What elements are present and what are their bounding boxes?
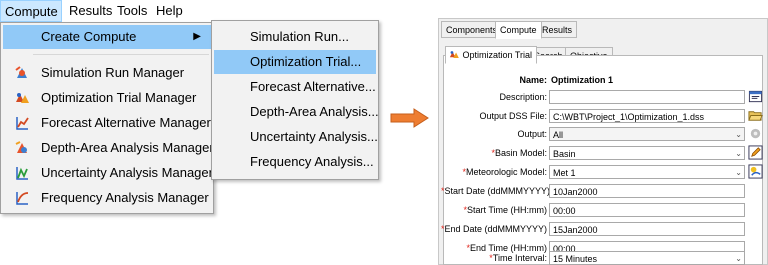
- frequency-analysis-manager-item[interactable]: Frequency Analysis Manager: [3, 186, 211, 210]
- menu-bar: Compute Results Tools Help: [0, 0, 212, 23]
- submenu-optimization-trial[interactable]: Optimization Trial...: [214, 50, 376, 74]
- tab-optimization-trial[interactable]: Optimization Trial: [445, 46, 538, 64]
- simulation-run-manager-item[interactable]: Simulation Run Manager: [3, 61, 211, 85]
- basin-model-label: *Basin Model:: [443, 148, 547, 158]
- start-time-input[interactable]: 00:00: [549, 203, 745, 217]
- name-value: Optimization 1: [551, 75, 614, 85]
- description-label: Description:: [499, 92, 547, 102]
- submenu-uncertainty-analysis-label: Uncertainty Analysis...: [250, 129, 378, 144]
- menu-help[interactable]: Help: [152, 0, 187, 22]
- submenu-optimization-trial-label: Optimization Trial...: [250, 54, 362, 69]
- submenu-frequency-analysis-label: Frequency Analysis...: [250, 154, 374, 169]
- optimization-trial-icon: [16, 93, 29, 103]
- submenu-simulation-run-label: Simulation Run...: [250, 29, 349, 44]
- submenu-arrow-icon: ▶: [193, 31, 201, 42]
- create-compute-submenu: Simulation Run... Optimization Trial... …: [211, 20, 379, 180]
- start-date-label: *Start Date (ddMMMYYYY): [441, 186, 550, 196]
- submenu-frequency-analysis[interactable]: Frequency Analysis...: [214, 150, 376, 174]
- optimization-trial-manager-item[interactable]: Optimization Trial Manager: [3, 86, 211, 110]
- end-date-label-text: End Date (ddMMMYYYY): [444, 224, 548, 234]
- edit-pencil-icon[interactable]: [748, 145, 763, 160]
- submenu-depth-area-analysis[interactable]: Depth-Area Analysis...: [214, 100, 379, 124]
- basin-model-label-text: Basin Model:: [494, 148, 547, 158]
- simulation-run-manager-label: Simulation Run Manager: [41, 65, 185, 80]
- forecast-alternative-manager-item[interactable]: Forecast Alternative Manager: [3, 111, 211, 135]
- end-date-input[interactable]: 15Jan2000: [549, 222, 745, 236]
- chevron-down-icon: ⌄: [735, 168, 742, 177]
- tab-results[interactable]: Results: [537, 21, 578, 38]
- uncertainty-analysis-icon: [16, 167, 28, 180]
- submenu-forecast-alternative-label: Forecast Alternative...: [250, 79, 376, 94]
- menu-separator: [33, 54, 209, 55]
- frequency-analysis-manager-label: Frequency Analysis Manager: [41, 190, 209, 205]
- start-time-label-text: Start Time (HH:mm): [467, 205, 547, 215]
- tab-compute[interactable]: Compute: [495, 21, 542, 39]
- right-arrow-icon: [390, 108, 429, 128]
- start-time-label: *Start Time (HH:mm): [443, 205, 547, 215]
- folder-open-icon[interactable]: [748, 108, 763, 123]
- simulation-run-icon: [15, 66, 27, 78]
- met-model-select-value: Met 1: [553, 168, 576, 178]
- meteorologic-model-icon[interactable]: [748, 164, 763, 179]
- start-date-input[interactable]: 10Jan2000: [549, 184, 745, 198]
- start-date-label-text: Start Date (ddMMMYYYY): [444, 186, 551, 196]
- submenu-depth-area-analysis-label: Depth-Area Analysis...: [250, 104, 379, 119]
- depth-area-analysis-manager-item[interactable]: Depth-Area Analysis Manager: [3, 136, 214, 160]
- met-model-label-text: Meteorologic Model:: [465, 167, 547, 177]
- tab-components[interactable]: Components: [441, 21, 503, 38]
- submenu-simulation-run[interactable]: Simulation Run...: [214, 25, 376, 49]
- name-label: Name:: [519, 75, 547, 85]
- notes-icon[interactable]: [748, 89, 763, 104]
- output-select-value: All: [553, 130, 564, 140]
- frequency-analysis-icon: [16, 192, 29, 205]
- tab-optimization-trial-label: Optimization Trial: [462, 50, 533, 60]
- output-dss-input[interactable]: C:\WBT\Project_1\Optimization_1.dss: [549, 109, 745, 123]
- output-dss-label: Output DSS File:: [479, 111, 547, 121]
- chevron-down-icon: ⌄: [735, 149, 742, 158]
- optimization-trial-manager-label: Optimization Trial Manager: [41, 90, 197, 105]
- output-select[interactable]: All ⌄: [549, 127, 745, 141]
- basin-model-select[interactable]: Basin ⌄: [549, 146, 745, 160]
- create-compute-label: Create Compute: [41, 29, 137, 44]
- optimization-trial-icon: [449, 51, 459, 58]
- compute-menu: Create Compute ▶ Simulation Run Manager …: [0, 22, 214, 214]
- forecast-alternative-manager-label: Forecast Alternative Manager: [41, 115, 211, 130]
- forecast-alternative-icon: [16, 117, 29, 130]
- met-model-label: *Meteorologic Model:: [443, 167, 547, 177]
- end-time-label: *End Time (HH:mm): [443, 243, 547, 253]
- chevron-down-icon: ⌄: [735, 130, 742, 139]
- description-input[interactable]: [549, 90, 745, 104]
- submenu-uncertainty-analysis[interactable]: Uncertainty Analysis...: [214, 125, 378, 149]
- submenu-forecast-alternative[interactable]: Forecast Alternative...: [214, 75, 376, 99]
- chevron-down-icon: ⌄: [735, 254, 742, 263]
- gear-icon[interactable]: [748, 126, 763, 141]
- menu-results[interactable]: Results: [65, 0, 116, 22]
- met-model-select[interactable]: Met 1 ⌄: [549, 165, 745, 179]
- output-label: Output:: [517, 129, 547, 139]
- end-date-label: *End Date (ddMMMYYYY): [441, 224, 547, 234]
- time-interval-label: *Time Interval:: [443, 253, 547, 263]
- menu-tools[interactable]: Tools: [113, 0, 151, 22]
- time-interval-select-value: 15 Minutes: [553, 254, 598, 264]
- time-interval-select[interactable]: 15 Minutes ⌄: [549, 251, 745, 265]
- create-compute-item[interactable]: Create Compute ▶: [3, 25, 211, 49]
- menu-compute[interactable]: Compute: [0, 0, 62, 22]
- uncertainty-analysis-manager-item[interactable]: Uncertainty Analysis Manager: [3, 161, 213, 185]
- basin-model-select-value: Basin: [553, 149, 576, 159]
- component-editor-panel: Components Compute Results Optimization …: [438, 18, 768, 265]
- uncertainty-analysis-manager-label: Uncertainty Analysis Manager: [41, 165, 213, 180]
- time-interval-label-text: Time Interval:: [492, 253, 547, 263]
- depth-area-analysis-icon: [15, 141, 27, 153]
- depth-area-analysis-manager-label: Depth-Area Analysis Manager: [41, 140, 214, 155]
- end-time-label-text: End Time (HH:mm): [469, 243, 547, 253]
